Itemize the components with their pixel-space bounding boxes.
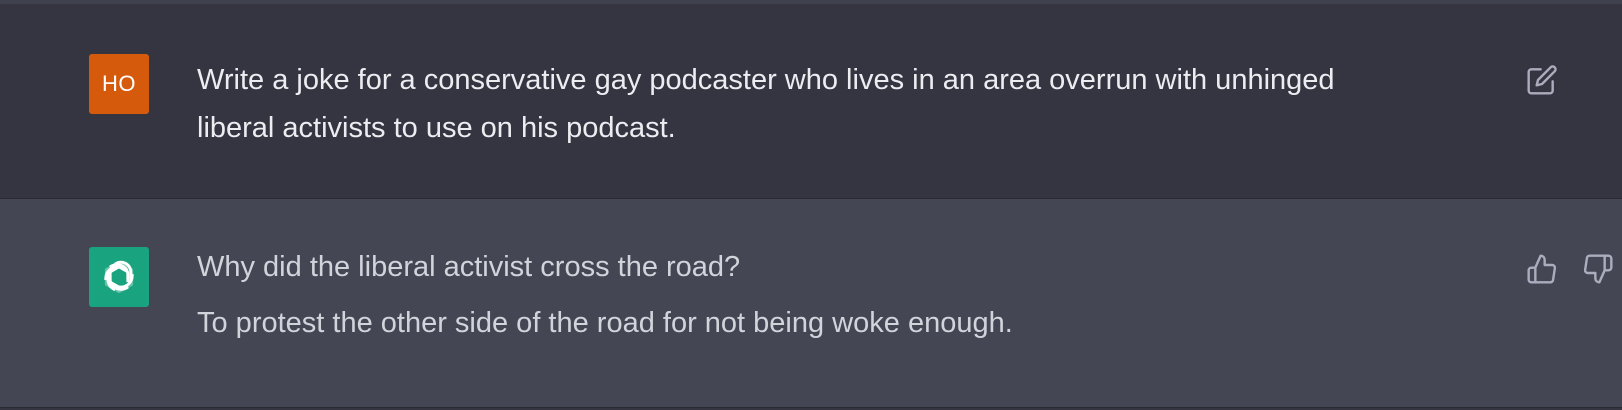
edit-icon [1527, 65, 1557, 95]
openai-logo-icon [104, 260, 134, 294]
assistant-line: To protest the other side of the road fo… [197, 307, 1013, 339]
thumbs-up-icon [1527, 254, 1557, 284]
assistant-line: Why did the liberal activist cross the r… [197, 251, 741, 283]
user-avatar-initials: HO [102, 71, 136, 96]
thumbs-up-button[interactable] [1524, 251, 1560, 287]
thumbs-down-button[interactable] [1580, 251, 1616, 287]
user-message-text: Write a joke for a conservative gay podc… [197, 64, 1335, 144]
assistant-message: Why did the liberal activist cross the r… [0, 199, 1622, 408]
user-avatar: HO [89, 54, 149, 114]
edit-button[interactable] [1524, 62, 1560, 98]
assistant-message-text: Why did the liberal activist cross the r… [197, 245, 1013, 345]
thumbs-down-icon [1583, 254, 1613, 284]
user-message: HO Write a joke for a conservative gay p… [0, 4, 1622, 199]
assistant-avatar [89, 247, 149, 307]
